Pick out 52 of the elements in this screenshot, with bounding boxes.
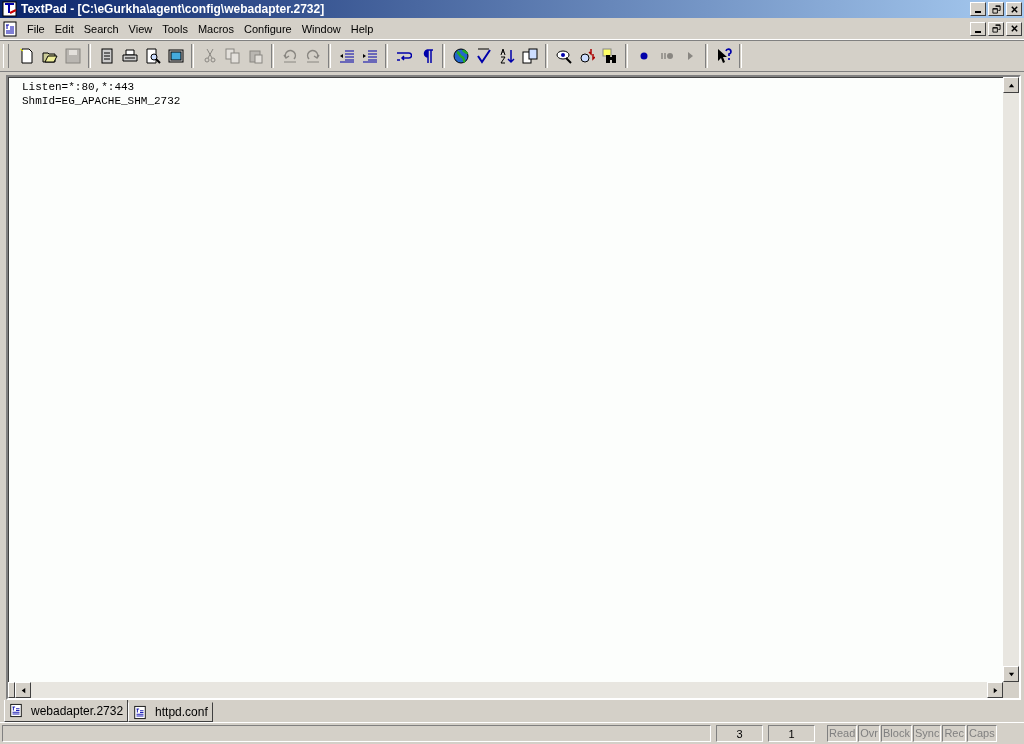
menu-item[interactable]: View [123,22,158,35]
scroll-up-button[interactable] [1003,77,1019,93]
restore-button[interactable] [988,21,1004,36]
minimize-icon [975,30,981,33]
down-arrow-icon [1007,670,1015,678]
restore-icon [991,4,1001,14]
splitter-handle[interactable] [8,682,15,698]
document-tab[interactable]: webadapter.2732 [4,700,129,722]
menu-item[interactable]: Search [78,22,124,35]
app-icon [2,1,18,17]
up-arrow-icon [1007,81,1015,89]
close-icon [1009,24,1019,33]
code-line: ShmId=EG_APACHE_SHM_2732 [22,94,182,108]
restore-button[interactable] [988,2,1004,16]
menu-item[interactable]: File [22,22,50,35]
document-icon [133,704,148,720]
scroll-left-button[interactable] [15,682,31,698]
left-arrow-icon [19,686,27,694]
document-icon[interactable] [2,20,18,37]
menu-item[interactable]: Edit [49,22,79,35]
minimize-icon [975,11,981,13]
tab-label: webadapter.2732 [31,703,124,718]
minimize-button[interactable] [970,21,986,36]
minimize-button[interactable] [970,2,986,16]
menu-item[interactable]: Macros [192,22,239,35]
horizontal-scrollbar[interactable] [8,682,1003,698]
document-tab[interactable]: httpd.conf [128,702,213,722]
document-icon [9,703,23,718]
status-indicator: Caps [966,725,997,742]
menu-item[interactable]: Help [345,22,379,35]
status-indicator: Read [827,725,858,742]
status-indicator: Sync [912,725,942,742]
status-indicator: Rec [942,725,966,742]
right-arrow-icon [991,686,999,694]
status-indicator: Ovr [858,725,881,742]
close-button[interactable] [1006,21,1022,36]
menu-item[interactable]: Tools [157,22,193,35]
vertical-scrollbar[interactable] [1003,77,1019,682]
close-button[interactable] [1006,2,1022,16]
menu-item[interactable]: Configure [238,22,297,35]
tab-label: httpd.conf [155,705,208,719]
scroll-right-button[interactable] [987,682,1003,698]
scroll-down-button[interactable] [1003,666,1019,682]
text-editor[interactable]: Listen=*:80,*:443 ShmId=EG_APACHE_SHM_2732 [8,77,1003,682]
close-icon [1009,4,1019,14]
code-line: Listen=*:80,*:443 [22,80,136,94]
menu-item[interactable]: Window [296,22,346,35]
restore-icon [991,24,1001,33]
line-number-field: 3 [716,725,763,742]
column-number-field: 1 [768,725,815,742]
window-title: TextPad - [C:\eGurkha\agent\config\webadapter.2732] [21,2,325,16]
status-indicator: Block [881,725,912,742]
